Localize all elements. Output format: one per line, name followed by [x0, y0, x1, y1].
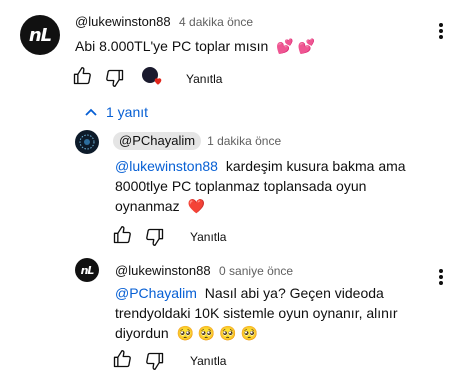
reply-author[interactable]: @lukewinston88 — [115, 263, 211, 278]
reply-line-3-text: diyordun — [115, 325, 169, 341]
reply-reply-button[interactable]: Yanıtla — [190, 230, 226, 244]
thumb-up-icon — [73, 67, 91, 85]
reply-line-3-text: oynanmaz — [115, 198, 180, 214]
reply-like-button[interactable] — [112, 225, 132, 245]
reply-line-1: @lukewinston88 kardeşim kusura bakma ama — [115, 156, 406, 176]
reply-time[interactable]: 0 saniye önce — [219, 264, 293, 278]
thumb-down-icon — [146, 352, 164, 370]
avatar-initials: nL — [80, 263, 95, 277]
reply-text: @PChayalim Nasıl abi ya? Geçen videoda t… — [115, 283, 398, 343]
reply-avatar[interactable]: nL — [75, 258, 99, 282]
reply-line-1: @PChayalim Nasıl abi ya? Geçen videoda — [115, 283, 398, 303]
reply-dislike-button[interactable] — [145, 227, 165, 247]
reply-line-3: diyordun 🥺 🥺 🥺 🥺 — [115, 323, 398, 343]
reply-line-3: oynanmaz ❤️ — [115, 196, 406, 216]
more-vert-icon — [439, 269, 443, 285]
reply-author-chip[interactable]: @PChayalim — [113, 132, 202, 150]
heart-icon — [154, 78, 162, 85]
comment-body: Abi 8.000TL'ye PC toplar mısın — [75, 38, 269, 54]
reply-like-button[interactable] — [112, 349, 132, 369]
avatar-initials: nL — [28, 24, 52, 46]
reply-line-2: trendyoldaki 10K sistemle oyun oynanır, … — [115, 305, 398, 321]
comment-author[interactable]: @lukewinston88 — [75, 14, 171, 29]
reply-line-1-text: kardeşim kusura bakma ama — [225, 158, 406, 174]
like-button[interactable] — [72, 66, 92, 86]
chevron-up-icon — [85, 108, 97, 116]
thumb-down-icon — [106, 69, 124, 88]
comment-text: Abi 8.000TL'ye PC toplar mısın 💕 💕 — [75, 36, 315, 56]
comment-emoji: 💕 💕 — [276, 38, 315, 54]
reply-line-2: 8000tlye PC toplanmaz toplansada oyun — [115, 178, 367, 194]
replies-toggle[interactable]: 1 yanıt — [84, 104, 148, 120]
thumb-up-icon — [113, 350, 131, 368]
reply-dislike-button[interactable] — [145, 351, 165, 371]
replies-count-label: 1 yanıt — [106, 104, 149, 120]
reply-reply-button[interactable]: Yanıtla — [190, 354, 226, 368]
comment-menu-button[interactable] — [438, 22, 444, 40]
more-vert-icon — [439, 23, 443, 39]
reply-header: @lukewinston88 0 saniye önce — [115, 262, 293, 280]
thumb-up-icon — [113, 226, 131, 244]
reply-emoji: ❤️ — [187, 198, 205, 214]
pchayalim-logo-icon — [79, 134, 95, 150]
reply-line-1-text: Nasıl abi ya? Geçen videoda — [204, 285, 384, 301]
reply-emoji: 🥺 🥺 🥺 🥺 — [176, 325, 258, 341]
reply-menu-button[interactable] — [438, 268, 444, 286]
reply-text: @lukewinston88 kardeşim kusura bakma ama… — [115, 156, 406, 216]
reply-avatar[interactable] — [75, 130, 99, 154]
avatar[interactable]: nL — [20, 15, 60, 55]
reply-mention[interactable]: @PChayalim — [115, 285, 197, 301]
reply-mention[interactable]: @lukewinston88 — [115, 158, 218, 174]
creator-heart — [142, 67, 164, 87]
reply-header: @PChayalim 1 dakika önce — [113, 132, 281, 150]
dislike-button[interactable] — [105, 68, 125, 88]
comment-time[interactable]: 4 dakika önce — [179, 15, 253, 29]
comment-header: @lukewinston88 4 dakika önce — [75, 13, 253, 31]
reply-time[interactable]: 1 dakika önce — [207, 134, 281, 148]
thumb-down-icon — [146, 228, 164, 246]
reply-button[interactable]: Yanıtla — [186, 72, 222, 86]
